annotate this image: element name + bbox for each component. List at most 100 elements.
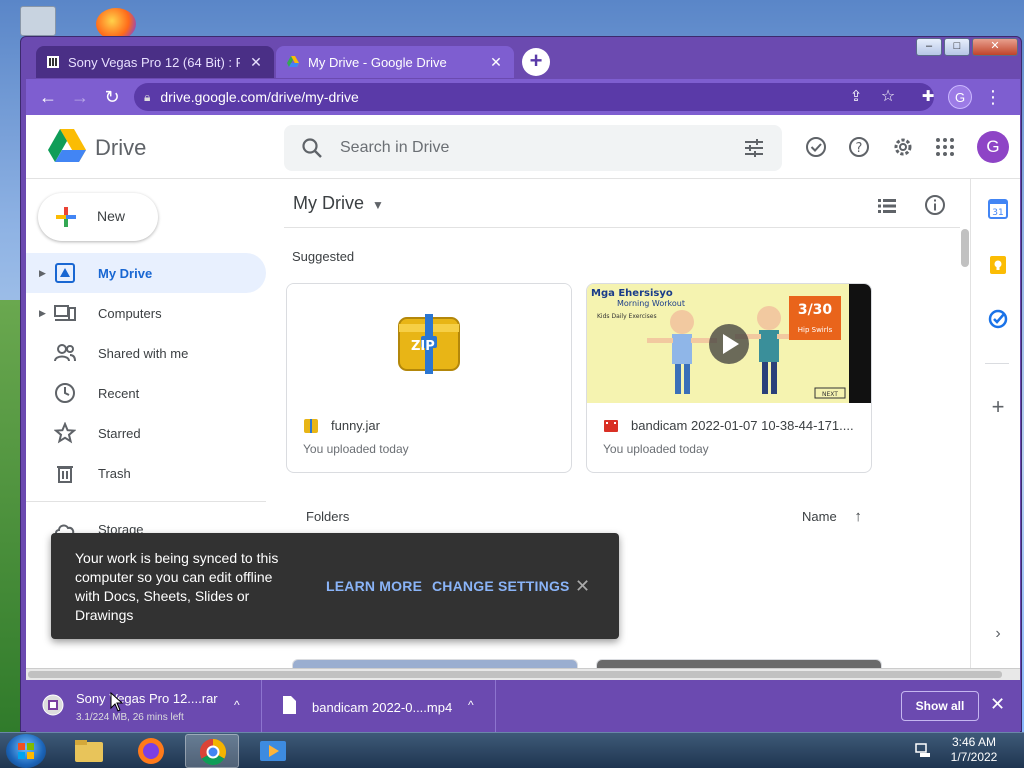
system-clock[interactable]: 3:46 AM 1/7/2022 (938, 735, 1010, 765)
sidebar-item-label: Recent (98, 386, 140, 401)
main-scrollbar[interactable] (960, 227, 970, 668)
show-all-button[interactable]: Show all (901, 691, 979, 721)
sidebar-item-computers[interactable]: ▶ Computers (26, 293, 266, 333)
search-input[interactable]: Search in Drive (340, 139, 449, 157)
file-thumbnail: ZIP (287, 284, 571, 403)
extensions-icon[interactable]: ✚ (916, 85, 940, 109)
close-shelf-icon[interactable]: ✕ (990, 694, 1005, 715)
new-button[interactable]: New (38, 193, 158, 241)
dropdown-arrow-icon[interactable]: ▼ (372, 198, 384, 212)
folders-heading: Folders (306, 509, 350, 524)
info-icon[interactable] (924, 194, 946, 216)
tab-google-drive[interactable]: My Drive - Google Drive ✕ (276, 46, 514, 78)
maximize-button[interactable]: □ (944, 38, 970, 56)
scrollbar-thumb[interactable] (961, 229, 969, 267)
download-item-sony-vegas[interactable]: Sony Vegas Pro 12....rar 3.1/224 MB, 26 … (26, 680, 262, 732)
browser-toolbar: ← → ↻ 🔒︎ drive.google.com/drive/my-drive… (26, 79, 1020, 115)
tab-close-icon[interactable]: ✕ (488, 54, 504, 71)
shared-icon (54, 342, 76, 364)
search-options-icon[interactable] (742, 136, 766, 160)
close-window-button[interactable]: ✕ (972, 38, 1018, 56)
minimize-button[interactable]: – (916, 38, 942, 56)
folder-card[interactable] (292, 659, 578, 668)
media-player-icon (260, 741, 286, 761)
expand-caret-icon[interactable]: ▶ (39, 308, 46, 319)
url-text: drive.google.com/drive/my-drive (160, 89, 359, 105)
tab-close-icon[interactable]: ✕ (248, 54, 264, 71)
windows-taskbar: 3:46 AM 1/7/2022 (0, 732, 1024, 768)
drive-header: Drive Search in Drive ? G (26, 115, 1020, 179)
file-subtitle: You uploaded today (303, 442, 409, 456)
keep-icon[interactable] (988, 255, 1008, 275)
sort-name-button[interactable]: Name ↑ (802, 508, 862, 525)
offline-ready-icon[interactable] (804, 135, 828, 159)
sidebar-item-starred[interactable]: Starred (26, 413, 266, 453)
browser-menu-icon[interactable]: ⋮ (981, 85, 1005, 109)
zip-thumb-label: ZIP (411, 339, 435, 354)
side-panel-divider (985, 363, 1009, 364)
file-card-bandicam-video[interactable]: Mga Ehersisyo Morning Workout Kids Daily… (586, 283, 872, 473)
search-icon[interactable] (300, 136, 324, 160)
sidebar-item-trash[interactable]: Trash (26, 453, 266, 493)
taskbar-firefox-button[interactable] (124, 734, 178, 768)
drive-logo-icon[interactable] (48, 129, 86, 163)
download-name: bandicam 2022-0....mp4 (312, 700, 453, 715)
forward-icon[interactable]: → (68, 85, 92, 109)
sidebar-item-label: Trash (98, 466, 131, 481)
toast-close-icon[interactable]: ✕ (575, 576, 590, 597)
help-icon[interactable]: ? (847, 135, 871, 159)
sidebar-divider (26, 501, 266, 502)
change-settings-button[interactable]: CHANGE SETTINGS (432, 578, 570, 594)
download-item-bandicam[interactable]: bandicam 2022-0....mp4 ^ (262, 680, 496, 732)
page-title-text: My Drive (293, 193, 364, 213)
rar-file-icon (42, 694, 64, 716)
video-file-icon (603, 418, 619, 434)
file-name: bandicam 2022-01-07 10-38-44-171.... (631, 418, 854, 433)
list-view-icon[interactable] (876, 195, 898, 217)
share-icon[interactable]: ⇪ (844, 85, 868, 109)
horizontal-scrollbar-thumb[interactable] (28, 671, 1002, 678)
sidebar-item-my-drive[interactable]: ▶ My Drive (26, 253, 266, 293)
download-options-chevron-icon[interactable]: ^ (234, 698, 240, 712)
browser-profile-avatar[interactable]: G (948, 85, 972, 109)
download-options-chevron-icon[interactable]: ^ (468, 698, 474, 712)
horizontal-scrollbar[interactable] (26, 668, 1020, 680)
expand-panel-chevron-icon[interactable]: › (988, 625, 1008, 645)
settings-gear-icon[interactable] (891, 135, 915, 159)
chrome-icon (199, 738, 227, 766)
taskbar-explorer-button[interactable] (62, 734, 116, 768)
tab-sony-vegas[interactable]: Sony Vegas Pro 12 (64 Bit) : Free ✕ (36, 46, 274, 78)
page-title[interactable]: My Drive ▼ (293, 193, 384, 214)
sidebar-item-label: Shared with me (98, 346, 189, 361)
taskbar-media-button[interactable] (246, 734, 300, 768)
reload-icon[interactable]: ↻ (100, 85, 124, 109)
sort-arrow-icon[interactable]: ↑ (854, 508, 862, 525)
recycle-bin-icon[interactable] (20, 6, 56, 36)
taskbar-chrome-button[interactable] (185, 734, 239, 768)
start-button[interactable] (6, 734, 46, 768)
exercise-counter-sub: Hip Swirls (798, 326, 833, 334)
sync-toast: Your work is being synced to this comput… (51, 533, 619, 639)
address-bar[interactable]: 🔒︎ drive.google.com/drive/my-drive (134, 83, 934, 111)
drive-app-name[interactable]: Drive (95, 135, 146, 161)
expand-caret-icon[interactable]: ▶ (39, 268, 46, 279)
sidebar-item-shared[interactable]: Shared with me (26, 333, 266, 373)
bookmark-star-icon[interactable]: ☆ (876, 85, 900, 109)
download-name: Sony Vegas Pro 12....rar (76, 691, 218, 706)
file-card-funny-jar[interactable]: ZIP funny.jar You uploaded today (286, 283, 572, 473)
search-bar[interactable]: Search in Drive (284, 125, 782, 171)
tasks-icon[interactable] (988, 309, 1008, 329)
new-tab-button[interactable]: + (522, 48, 550, 76)
network-tray-icon[interactable] (914, 741, 932, 759)
apps-grid-icon[interactable] (933, 135, 957, 159)
sidebar-item-recent[interactable]: Recent (26, 373, 266, 413)
account-avatar[interactable]: G (977, 131, 1009, 163)
folder-card[interactable] (596, 659, 882, 668)
svg-text:31: 31 (992, 208, 1003, 218)
back-icon[interactable]: ← (36, 85, 60, 109)
calendar-icon[interactable]: 31 (988, 199, 1008, 219)
clock-time: 3:46 AM (951, 735, 997, 749)
learn-more-button[interactable]: LEARN MORE (326, 578, 422, 594)
star-icon (53, 421, 77, 444)
add-addon-plus-icon[interactable]: + (988, 396, 1008, 418)
